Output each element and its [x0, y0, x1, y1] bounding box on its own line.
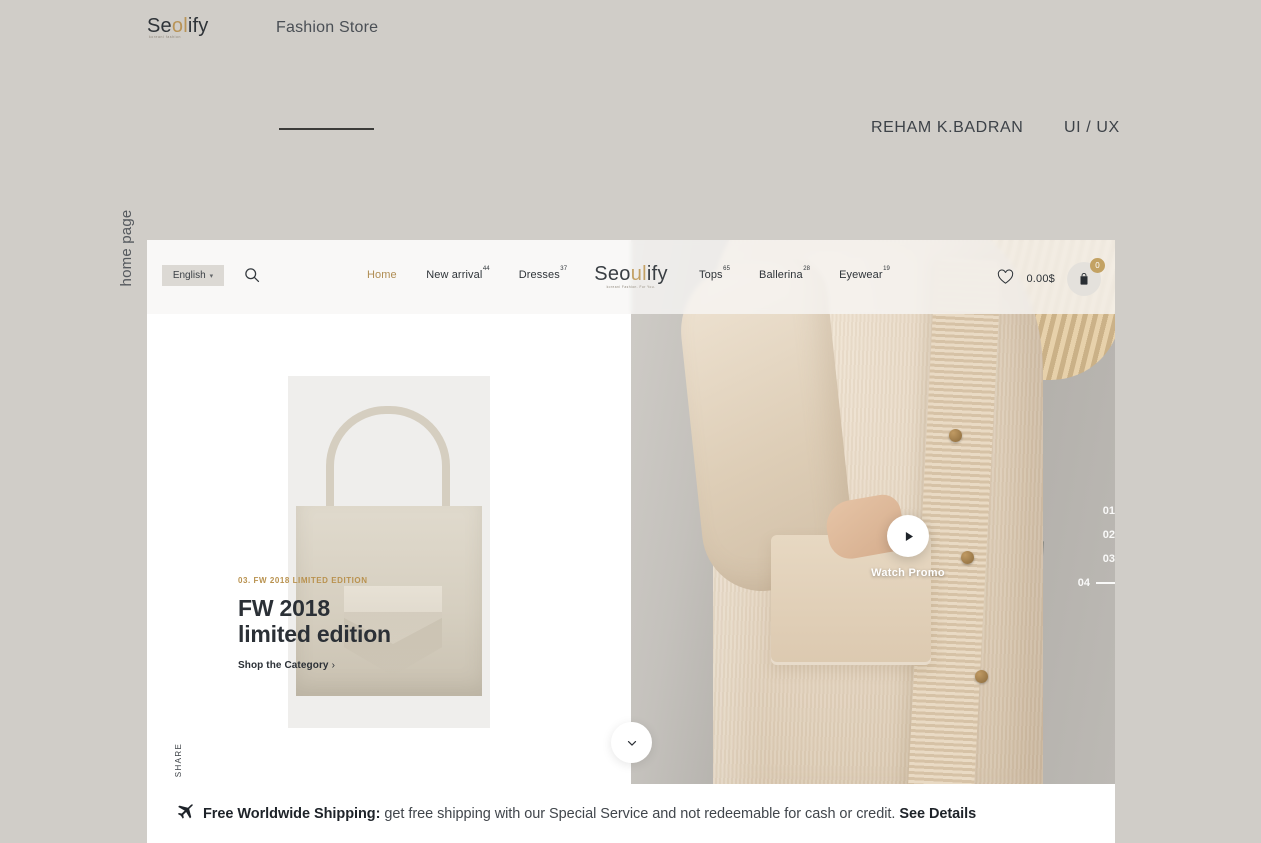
shipping-headline: Free Worldwide Shipping:	[203, 805, 381, 822]
scroll-down-button[interactable]	[611, 722, 652, 763]
chevron-down-icon: ▾	[209, 272, 214, 280]
hero-title-line1: FW 2018	[238, 595, 330, 621]
hero-kicker: 03. FW 2018 LIMITED EDITION	[238, 576, 368, 585]
hero-title: FW 2018 limited edition	[238, 595, 391, 647]
divider-rule	[279, 128, 374, 130]
nav-item-label: Ballerina	[759, 269, 803, 281]
site-logo-mid: ul	[630, 263, 647, 285]
product-image-card[interactable]	[288, 376, 490, 728]
brand-logo-pre: Se	[147, 15, 172, 37]
site-logo-text: Seoulify	[584, 264, 678, 284]
nav-item-label: Tops	[699, 269, 723, 281]
shipping-banner: Free Worldwide Shipping: get free shippi…	[147, 784, 1115, 843]
share-label: SHARE	[174, 742, 183, 778]
slide-indicator-02[interactable]: 02	[1078, 529, 1115, 541]
nav-primary-left: Home New arrival44 Dresses37	[367, 266, 568, 281]
watch-promo-label: Watch Promo	[871, 567, 945, 579]
slide-number: 01	[1102, 505, 1115, 517]
nav-item-label: Eyewear	[839, 269, 883, 281]
hero-text-block: 03. FW 2018 LIMITED EDITION FW 2018 limi…	[238, 576, 391, 671]
shipping-detail: get free shipping with our Special Servi…	[380, 805, 900, 822]
slide-number: 04	[1077, 577, 1090, 589]
brand-logo-post: ify	[187, 15, 209, 37]
author-name: REHAM K.BADRAN	[871, 119, 1024, 136]
presentation-brand-logo: Seolify koreani fashion	[147, 15, 209, 39]
slide-pagination: 01 02 03 04	[1078, 505, 1115, 601]
tote-handle	[326, 406, 450, 518]
author-role: UI / UX	[1064, 119, 1120, 136]
slide-indicator-03[interactable]: 03	[1078, 553, 1115, 565]
nav-item-label: Dresses	[518, 269, 560, 281]
navbar-actions: 0.00$ 0	[997, 258, 1105, 296]
hero-title-line2: limited edition	[238, 621, 391, 648]
cart-count-badge: 0	[1090, 258, 1105, 273]
brand-logo-mid: ol	[171, 15, 188, 37]
search-icon[interactable]	[243, 266, 261, 284]
site-logo[interactable]: Seoulify koreani Fashion. For You.	[584, 264, 678, 289]
nav-item-label: Home	[367, 269, 397, 281]
slide-indicator-01[interactable]: 01	[1078, 505, 1115, 517]
site-navbar: English ▾ Home New arrival44 Dresses37 S…	[147, 240, 1115, 314]
shopping-bag-button[interactable]: 0	[1067, 258, 1105, 296]
language-selector[interactable]: English ▾	[162, 265, 224, 286]
site-logo-post: ify	[646, 263, 668, 285]
nav-primary-right: Tops65 Ballerina28 Eyewear19	[699, 266, 890, 281]
cart-total: 0.00$	[1026, 273, 1055, 285]
nav-item-label: New arrival	[426, 269, 483, 281]
nav-item-new-arrival[interactable]: New arrival44	[426, 266, 490, 281]
site-logo-tagline: koreani Fashion. For You.	[606, 285, 656, 289]
active-dash	[1096, 582, 1115, 584]
see-details-link[interactable]: See Details	[899, 806, 976, 822]
site-logo-pre: Seo	[594, 263, 631, 285]
chevron-right-icon: ›	[331, 660, 336, 672]
heart-icon[interactable]	[997, 269, 1014, 290]
nav-item-home[interactable]: Home	[367, 269, 397, 281]
watch-promo[interactable]: Watch Promo	[853, 515, 963, 579]
nav-item-dresses[interactable]: Dresses37	[518, 266, 568, 281]
nav-item-count: 37	[560, 266, 568, 273]
language-label: English	[172, 270, 206, 281]
shop-category-link[interactable]: Shop the Category ›	[238, 660, 391, 671]
nav-item-tops[interactable]: Tops65	[699, 266, 731, 281]
presentation-slide: Seolify koreani fashion Fashion Store RE…	[0, 0, 1261, 843]
brand-logo-text: Seolify koreani fashion	[147, 15, 209, 39]
nav-item-count: 28	[803, 266, 811, 273]
nav-item-count: 65	[723, 266, 731, 273]
slide-number: 03	[1102, 553, 1115, 565]
cardigan-button	[975, 670, 988, 683]
website-mockup: English ▾ Home New arrival44 Dresses37 S…	[147, 240, 1115, 843]
slide-indicator-04[interactable]: 04	[1078, 577, 1115, 589]
brand-logo-tagline: koreani fashion	[149, 35, 181, 39]
shop-category-label: Shop the Category	[238, 660, 329, 672]
nav-item-ballerina[interactable]: Ballerina28	[759, 266, 811, 281]
slide-number: 02	[1102, 529, 1115, 541]
hero-left-panel: 03. FW 2018 LIMITED EDITION FW 2018 limi…	[147, 314, 631, 842]
nav-item-count: 44	[482, 266, 490, 273]
cardigan-button	[949, 429, 962, 442]
play-icon[interactable]	[887, 515, 929, 557]
hero-model-photo	[631, 240, 1115, 784]
airplane-icon	[175, 802, 194, 826]
nav-item-eyewear[interactable]: Eyewear19	[839, 266, 890, 281]
shipping-message: Free Worldwide Shipping: get free shippi…	[203, 806, 976, 822]
slide-side-label: home page	[118, 209, 135, 287]
page-title: Fashion Store	[276, 19, 379, 36]
nav-item-count: 19	[883, 266, 890, 273]
